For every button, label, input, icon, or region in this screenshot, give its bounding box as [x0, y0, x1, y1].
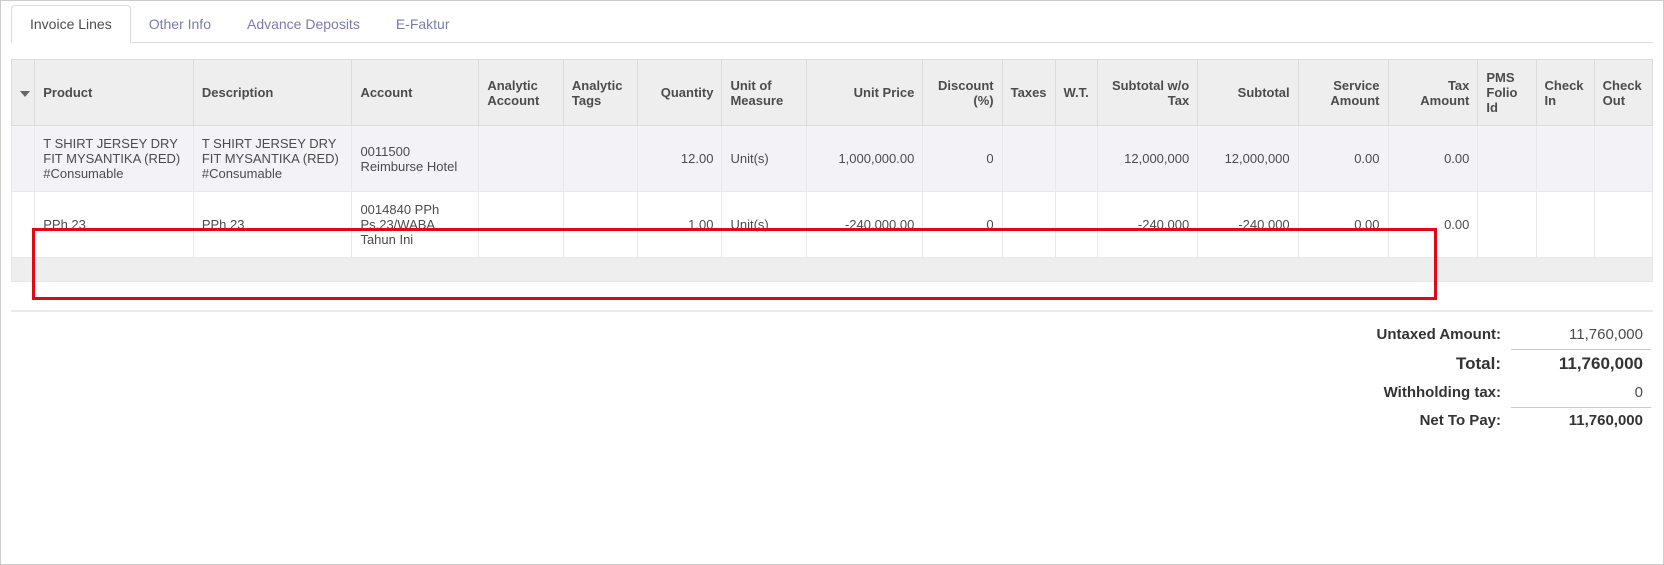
col-analytic-tags[interactable]: Analytic Tags: [563, 60, 637, 126]
col-subtotal-wo-tax[interactable]: Subtotal w/o Tax: [1097, 60, 1197, 126]
col-quantity[interactable]: Quantity: [637, 60, 722, 126]
col-unit-price[interactable]: Unit Price: [807, 60, 923, 126]
cell-service-amount[interactable]: 0.00: [1298, 192, 1388, 258]
col-analytic-account[interactable]: Analytic Account: [479, 60, 564, 126]
tab-invoice-lines[interactable]: Invoice Lines: [11, 5, 131, 43]
summary-untaxed-label: Untaxed Amount:: [1369, 322, 1509, 347]
tabs-bar: Invoice Lines Other Info Advance Deposit…: [11, 5, 1653, 43]
cell-discount[interactable]: 0: [923, 126, 1002, 192]
col-taxes[interactable]: Taxes: [1002, 60, 1055, 126]
summary-net: Net To Pay: 11,760,000: [1369, 407, 1651, 433]
table-header-row: Product Description Account Analytic Acc…: [12, 60, 1653, 126]
cell-wt[interactable]: [1055, 192, 1097, 258]
cell-taxes[interactable]: [1002, 192, 1055, 258]
cell-wt[interactable]: [1055, 126, 1097, 192]
col-description[interactable]: Description: [193, 60, 352, 126]
table-row[interactable]: T SHIRT JERSEY DRY FIT MYSANTIKA (RED) #…: [12, 126, 1653, 192]
col-check-out[interactable]: Check Out: [1594, 60, 1652, 126]
summary-net-label: Net To Pay:: [1369, 407, 1509, 433]
col-discount[interactable]: Discount (%): [923, 60, 1002, 126]
col-product[interactable]: Product: [35, 60, 194, 126]
cell-quantity[interactable]: 1.00: [637, 192, 722, 258]
cell-pms-folio[interactable]: [1478, 126, 1536, 192]
col-pms-folio[interactable]: PMS Folio Id: [1478, 60, 1536, 126]
tab-other-info[interactable]: Other Info: [131, 6, 229, 42]
cell-check-out[interactable]: [1594, 126, 1652, 192]
summary-net-value: 11,760,000: [1511, 407, 1651, 433]
tab-advance-deposits[interactable]: Advance Deposits: [229, 6, 378, 42]
cell-analytic-account[interactable]: [479, 126, 564, 192]
cell-pms-folio[interactable]: [1478, 192, 1536, 258]
summary-untaxed-value: 11,760,000: [1511, 322, 1651, 347]
cell-description[interactable]: PPh 23: [193, 192, 352, 258]
col-account[interactable]: Account: [352, 60, 479, 126]
col-subtotal[interactable]: Subtotal: [1198, 60, 1298, 126]
cell-quantity[interactable]: 12.00: [637, 126, 722, 192]
row-handle[interactable]: [12, 126, 35, 192]
cell-check-out[interactable]: [1594, 192, 1652, 258]
cell-uom[interactable]: Unit(s): [722, 192, 807, 258]
cell-subtotal[interactable]: 12,000,000: [1198, 126, 1298, 192]
cell-check-in[interactable]: [1536, 192, 1594, 258]
cell-check-in[interactable]: [1536, 126, 1594, 192]
cell-account[interactable]: 0014840 PPh Ps.23/WABA Tahun Ini: [352, 192, 479, 258]
summary-total-value: 11,760,000: [1511, 349, 1651, 378]
cell-subtotal-wo-tax[interactable]: 12,000,000: [1097, 126, 1197, 192]
cell-uom[interactable]: Unit(s): [722, 126, 807, 192]
summary-panel: Untaxed Amount: 11,760,000 Total: 11,760…: [11, 320, 1653, 435]
col-check-in[interactable]: Check In: [1536, 60, 1594, 126]
row-reorder-toggle[interactable]: [12, 60, 35, 126]
cell-analytic-account[interactable]: [479, 192, 564, 258]
cell-analytic-tags[interactable]: [563, 126, 637, 192]
cell-product[interactable]: T SHIRT JERSEY DRY FIT MYSANTIKA (RED) #…: [35, 126, 194, 192]
cell-service-amount[interactable]: 0.00: [1298, 126, 1388, 192]
cell-tax-amount[interactable]: 0.00: [1388, 126, 1478, 192]
summary-untaxed: Untaxed Amount: 11,760,000: [1369, 322, 1651, 347]
cell-subtotal-wo-tax[interactable]: -240,000: [1097, 192, 1197, 258]
tab-e-faktur[interactable]: E-Faktur: [378, 6, 468, 42]
col-wt[interactable]: W.T.: [1055, 60, 1097, 126]
cell-analytic-tags[interactable]: [563, 192, 637, 258]
cell-discount[interactable]: 0: [923, 192, 1002, 258]
col-tax-amount[interactable]: Tax Amount: [1388, 60, 1478, 126]
table-row[interactable]: PPh 23 PPh 23 0014840 PPh Ps.23/WABA Tah…: [12, 192, 1653, 258]
cell-taxes[interactable]: [1002, 126, 1055, 192]
summary-total-label: Total:: [1369, 349, 1509, 378]
cell-subtotal[interactable]: -240,000: [1198, 192, 1298, 258]
section-divider: [11, 310, 1653, 312]
summary-total: Total: 11,760,000: [1369, 349, 1651, 378]
cell-unit-price[interactable]: 1,000,000.00: [807, 126, 923, 192]
cell-tax-amount[interactable]: 0.00: [1388, 192, 1478, 258]
summary-withholding-label: Withholding tax:: [1369, 380, 1509, 405]
cell-account[interactable]: 0011500 Reimburse Hotel: [352, 126, 479, 192]
row-handle[interactable]: [12, 192, 35, 258]
table-blank-row: [12, 258, 1653, 282]
col-uom[interactable]: Unit of Measure: [722, 60, 807, 126]
col-service-amount[interactable]: Service Amount: [1298, 60, 1388, 126]
invoice-lines-table: Product Description Account Analytic Acc…: [11, 59, 1653, 282]
cell-description[interactable]: T SHIRT JERSEY DRY FIT MYSANTIKA (RED) #…: [193, 126, 352, 192]
cell-unit-price[interactable]: -240,000.00: [807, 192, 923, 258]
summary-withholding-value: 0: [1511, 380, 1651, 405]
caret-down-icon: [20, 91, 30, 97]
cell-product[interactable]: PPh 23: [35, 192, 194, 258]
summary-withholding: Withholding tax: 0: [1369, 380, 1651, 405]
